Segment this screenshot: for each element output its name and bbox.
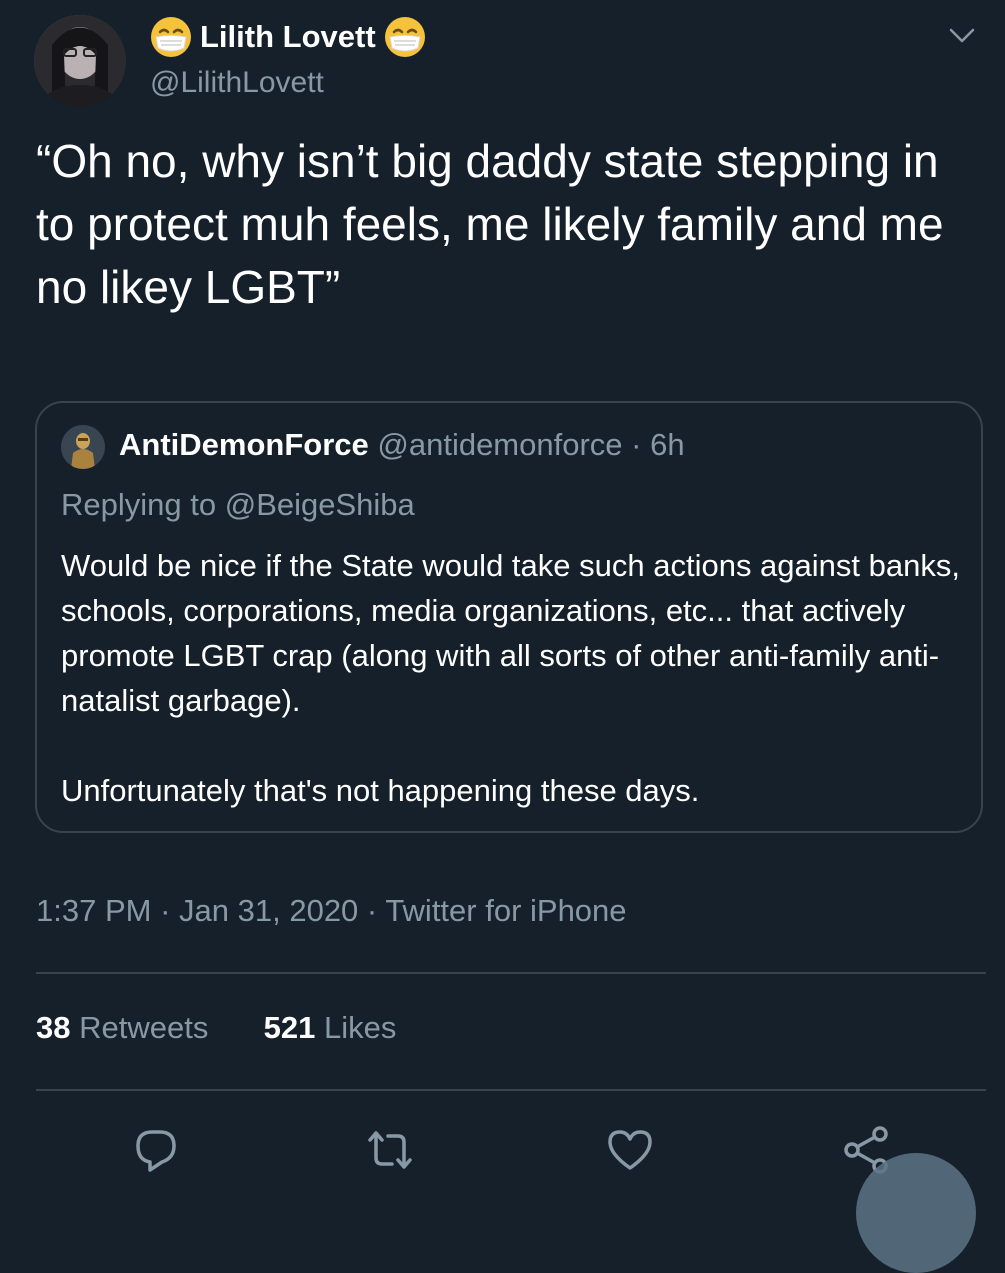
retweets-stat[interactable]: 38 Retweets bbox=[36, 1010, 217, 1045]
tweet-time: 1:37 PM bbox=[36, 893, 152, 928]
author-avatar[interactable] bbox=[34, 15, 126, 107]
like-icon[interactable] bbox=[602, 1122, 658, 1178]
author-block: Lilith Lovett @LilithLovett bbox=[150, 14, 426, 100]
quoted-tweet-header: AntiDemonForce @antidemonforce · 6h bbox=[119, 427, 685, 463]
replying-to-handle: @BeigeShiba bbox=[224, 487, 415, 522]
quoted-tweet-body: Would be nice if the State would take su… bbox=[61, 543, 966, 813]
tweet-date: Jan 31, 2020 bbox=[179, 893, 359, 928]
replying-to-prefix: Replying to bbox=[61, 487, 217, 522]
divider bbox=[36, 1089, 986, 1091]
divider bbox=[36, 972, 986, 974]
quoted-tweet-card[interactable]: AntiDemonForce @antidemonforce · 6h Repl… bbox=[35, 401, 983, 833]
quoted-time-ago: 6h bbox=[650, 427, 685, 462]
author-handle[interactable]: @LilithLovett bbox=[150, 66, 426, 100]
quoted-meta-separator: · bbox=[631, 427, 642, 462]
tweet-stats: 38 Retweets 521 Likes bbox=[36, 1010, 396, 1046]
author-avatar-image bbox=[34, 15, 126, 107]
replying-to-line: Replying to @BeigeShiba bbox=[61, 487, 415, 523]
timestamp-separator: · bbox=[366, 893, 378, 928]
reply-icon[interactable] bbox=[128, 1122, 184, 1178]
retweets-label: Retweets bbox=[79, 1010, 209, 1045]
tweet-source[interactable]: Twitter for iPhone bbox=[385, 893, 626, 928]
likes-count: 521 bbox=[263, 1010, 316, 1045]
likes-stat[interactable]: 521 Likes bbox=[264, 1010, 397, 1045]
medical-mask-emoji-icon bbox=[384, 17, 425, 57]
tweet-timestamp: 1:37 PM · Jan 31, 2020 · Twitter for iPh… bbox=[36, 893, 627, 929]
medical-mask-emoji-icon bbox=[151, 17, 191, 57]
author-display-name: Lilith Lovett bbox=[200, 19, 376, 54]
display-name-row[interactable]: Lilith Lovett bbox=[150, 14, 426, 60]
quoted-author-handle: @antidemonforce bbox=[377, 427, 623, 462]
floating-action-button[interactable] bbox=[856, 1153, 976, 1273]
quoted-author-name: AntiDemonForce bbox=[119, 427, 369, 462]
tweet-text: “Oh no, why isn’t big daddy state steppi… bbox=[36, 135, 944, 313]
retweet-icon[interactable] bbox=[362, 1122, 418, 1178]
quoted-author-avatar bbox=[61, 425, 105, 469]
timestamp-separator: · bbox=[160, 893, 171, 928]
quoted-tweet-paragraph: Unfortunately that's not happening these… bbox=[61, 773, 700, 808]
chevron-down-icon[interactable] bbox=[947, 20, 977, 50]
retweets-count: 38 bbox=[36, 1010, 71, 1045]
quoted-tweet-paragraph: Would be nice if the State would take su… bbox=[61, 548, 960, 718]
likes-label: Likes bbox=[323, 1010, 397, 1045]
quoted-author-avatar-image bbox=[61, 425, 105, 469]
